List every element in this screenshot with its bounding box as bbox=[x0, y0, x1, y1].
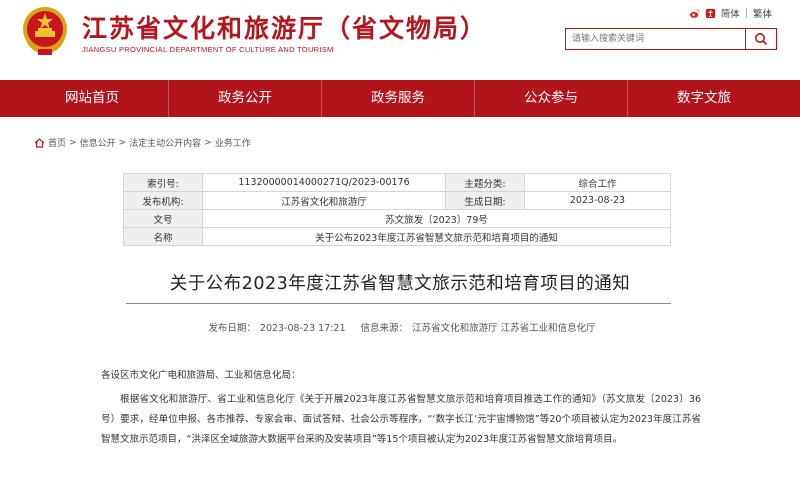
date-label: 生成日期: bbox=[445, 191, 525, 210]
table-row: 文号 苏文旅发〔2023〕79号 bbox=[123, 209, 671, 228]
top-links-separator: | bbox=[744, 7, 748, 19]
publish-date: 2023-08-23 17:21 bbox=[259, 323, 346, 334]
nav-item-government-affairs[interactable]: 政务公开 bbox=[169, 80, 322, 117]
topic-label: 主题分类: bbox=[445, 173, 525, 192]
home-icon bbox=[34, 137, 45, 148]
table-row: 名称 关于公布2023年度江苏省智慧文旅示范和培育项目的通知 bbox=[123, 227, 671, 246]
national-emblem-icon[interactable] bbox=[20, 4, 70, 56]
search-input[interactable] bbox=[566, 29, 744, 49]
article-body: 各设区市文化广电和旅游局、工业和信息化局： 根据省文化和旅游厅、省工业和信息化厅… bbox=[101, 366, 701, 450]
docno-label: 文号 bbox=[123, 209, 203, 228]
accessibility-icon[interactable] bbox=[705, 8, 716, 19]
title-divider bbox=[126, 303, 671, 304]
publisher-value: 江苏省文化和旅游厅 bbox=[202, 191, 446, 210]
publish-date-label: 发布日期： bbox=[208, 323, 256, 334]
publisher-label: 发布机构: bbox=[123, 191, 203, 210]
search-box bbox=[565, 28, 777, 50]
breadcrumb-item-info-disclosure[interactable]: 信息公开 bbox=[80, 136, 116, 149]
breadcrumb-item-statutory-content[interactable]: 法定主动公开内容 bbox=[129, 136, 201, 149]
search-icon bbox=[755, 33, 768, 46]
article-meta: 发布日期： 2023-08-23 17:21 信息来源： 江苏省文化和旅游厅 江苏省… bbox=[0, 320, 800, 334]
paragraph: 根据省文化和旅游厅、省工业和信息化厅《关于开展2023年度江苏省智慧文旅示范和培… bbox=[101, 394, 701, 445]
table-row: 索引号: 11320000014000271Q/2023-00176 主题分类:… bbox=[123, 173, 671, 192]
breadcrumb-separator: > bbox=[118, 137, 127, 148]
site-title-en: JIANGSU PROVINCIAL DEPARTMENT OF CULTURE… bbox=[82, 45, 334, 54]
source-label: 信息来源： bbox=[360, 323, 409, 334]
nav-item-government-services[interactable]: 政务服务 bbox=[322, 80, 475, 117]
simplified-chinese-link[interactable]: 简体 bbox=[721, 6, 740, 20]
salutation: 各设区市文化广电和旅游局、工业和信息化局： bbox=[101, 370, 301, 381]
traditional-chinese-link[interactable]: 繁体 bbox=[753, 6, 772, 20]
breadcrumb-separator: > bbox=[204, 137, 212, 148]
index-value: 11320000014000271Q/2023-00176 bbox=[202, 173, 446, 192]
top-links: 简体 | 繁体 bbox=[689, 6, 772, 20]
nav-item-digital-tourism[interactable]: 数字文旅 bbox=[628, 80, 780, 117]
search-button[interactable] bbox=[745, 29, 776, 49]
table-row: 发布机构: 江苏省文化和旅游厅 生成日期: 2023-08-23 bbox=[123, 191, 671, 210]
breadcrumb: 首页 > 信息公开 > 法定主动公开内容 > 业务工作 bbox=[34, 136, 251, 149]
topic-value: 综合工作 bbox=[524, 173, 671, 192]
name-value: 关于公布2023年度江苏省智慧文旅示范和培育项目的通知 bbox=[202, 227, 671, 246]
breadcrumb-item-business-work[interactable]: 业务工作 bbox=[215, 136, 251, 149]
article-source: 江苏省文化和旅游厅 江苏省工业和信息化厅 bbox=[412, 323, 596, 334]
document-info-table: 索引号: 11320000014000271Q/2023-00176 主题分类:… bbox=[123, 173, 671, 246]
breadcrumb-item-home[interactable]: 首页 bbox=[48, 136, 66, 149]
docno-value: 苏文旅发〔2023〕79号 bbox=[202, 209, 671, 228]
nav-item-home[interactable]: 网站首页 bbox=[16, 80, 169, 117]
article-title: 关于公布2023年度江苏省智慧文旅示范和培育项目的通知 bbox=[169, 274, 631, 294]
site-title: 江苏省文化和旅游厅（省文物局） bbox=[82, 14, 488, 43]
breadcrumb-separator: > bbox=[69, 137, 77, 148]
main-nav: 网站首页 政务公开 政务服务 公众参与 数字文旅 bbox=[0, 80, 800, 117]
nav-item-public-participation[interactable]: 公众参与 bbox=[475, 80, 628, 117]
name-label: 名称 bbox=[123, 227, 203, 246]
site-header: 江苏省文化和旅游厅（省文物局） JIANGSU PROVINCIAL DEPAR… bbox=[0, 0, 800, 72]
index-label: 索引号: bbox=[123, 173, 203, 192]
weibo-icon[interactable] bbox=[689, 8, 700, 19]
date-value: 2023-08-23 bbox=[524, 191, 671, 210]
